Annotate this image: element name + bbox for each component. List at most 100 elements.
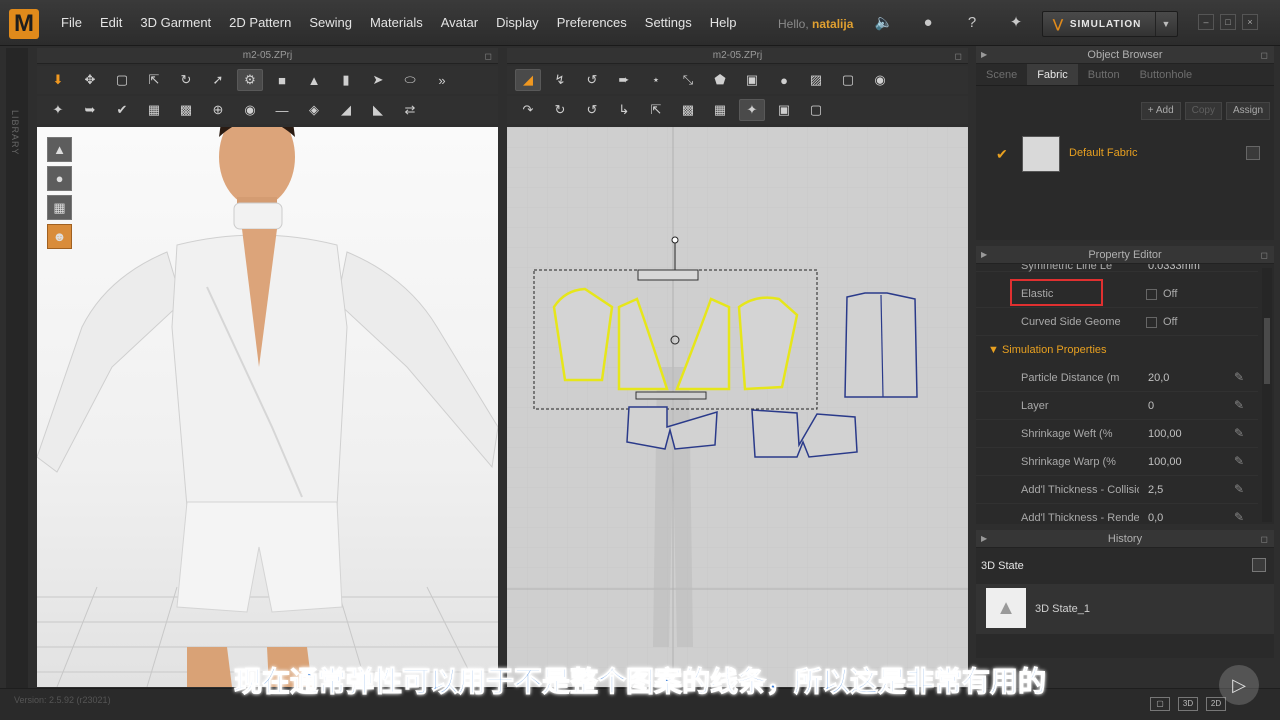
simulation-button[interactable]: ⋁ SIMULATION ▼ <box>1042 11 1178 37</box>
speaker-icon[interactable]: 🔈 <box>874 13 894 33</box>
tab-fabric[interactable]: Fabric <box>1027 64 1078 85</box>
fabric-options-icon[interactable] <box>1246 146 1260 160</box>
internal-polygon-icon[interactable]: ▨ <box>803 69 829 91</box>
iron-icon[interactable]: ◣ <box>365 99 391 121</box>
curved-checkbox[interactable] <box>1146 317 1157 328</box>
property-value[interactable]: 100,00 <box>1148 428 1182 440</box>
maximize-3d-icon[interactable]: ◻ <box>485 48 492 64</box>
minimize-icon[interactable]: – <box>1198 14 1214 30</box>
simulation-properties-section[interactable]: ▼ Simulation Properties <box>988 344 1107 356</box>
polygon-icon[interactable]: ⬟ <box>707 69 733 91</box>
restore-icon[interactable]: □ <box>1220 14 1236 30</box>
free-sewing-icon[interactable]: ↻ <box>547 99 573 121</box>
curve-point-icon[interactable]: ⋆ <box>643 69 669 91</box>
texture-display-icon[interactable]: ▦ <box>47 195 72 220</box>
hanger-icon[interactable]: ◈ <box>301 99 327 121</box>
edit-segment-icon[interactable]: ⤡ <box>675 69 701 91</box>
menu-materials[interactable]: Materials <box>361 0 432 46</box>
delete-state-icon[interactable] <box>1252 558 1266 572</box>
sleeve-left-piece[interactable] <box>552 287 614 382</box>
edit-pen-icon[interactable]: ✎ <box>1234 482 1244 496</box>
close-icon[interactable]: × <box>1242 14 1258 30</box>
viewport-3d[interactable]: ▲ ● ▦ ☻ <box>37 127 498 687</box>
edit-pen-icon[interactable]: ✎ <box>1234 454 1244 468</box>
segment-sewing-icon[interactable]: ↷ <box>515 99 541 121</box>
scrollbar-thumb[interactable] <box>1264 318 1270 384</box>
select-box-icon[interactable]: ▢ <box>109 69 135 91</box>
internal-circle-icon[interactable]: ◉ <box>867 69 893 91</box>
property-value[interactable]: 20,0 <box>1148 372 1169 384</box>
menu-file[interactable]: File <box>52 0 91 46</box>
edit-pen-icon[interactable]: ✎ <box>1234 370 1244 384</box>
move-icon[interactable]: ✥ <box>77 69 103 91</box>
undock-icon[interactable]: ◻ <box>1261 46 1268 64</box>
transform-pattern-icon[interactable]: ◢ <box>515 69 541 91</box>
menu-3d-garment[interactable]: 3D Garment <box>131 0 220 46</box>
circle-icon[interactable]: ● <box>771 69 797 91</box>
avatar-skin-icon[interactable]: ☻ <box>47 224 72 249</box>
property-value[interactable]: 0,0 <box>1148 512 1163 524</box>
notch-icon[interactable]: ▢ <box>803 99 829 121</box>
align-icon[interactable]: ⇄ <box>397 99 423 121</box>
garment-display-icon[interactable]: ▲ <box>47 137 72 162</box>
tube-icon[interactable]: ▮ <box>333 69 359 91</box>
assign-fabric-button[interactable]: Assign <box>1225 102 1270 120</box>
avatar-display-icon[interactable]: ● <box>47 166 72 191</box>
tab-scene[interactable]: Scene <box>976 64 1027 85</box>
edit-pen-icon[interactable]: ✎ <box>1234 510 1244 524</box>
pattern-grid-icon[interactable]: ▩ <box>173 99 199 121</box>
undock-icon[interactable]: ◻ <box>1261 530 1268 548</box>
collapse-arrow-icon[interactable]: ▶ <box>981 46 987 64</box>
history-item[interactable]: ▲ 3D State_1 <box>976 584 1274 634</box>
tab-buttonhole[interactable]: Buttonhole <box>1130 64 1203 85</box>
line-tool-icon[interactable]: ➤ <box>365 69 391 91</box>
property-value[interactable]: 2,5 <box>1148 484 1163 496</box>
arrange-icon[interactable]: ➥ <box>77 99 103 121</box>
measure-icon[interactable]: ✔ <box>109 99 135 121</box>
property-value[interactable]: 100,00 <box>1148 456 1182 468</box>
undock-icon[interactable]: ◻ <box>1261 246 1268 264</box>
elastic-checkbox[interactable] <box>1146 289 1157 300</box>
edit-curvature-icon[interactable]: ↺ <box>579 69 605 91</box>
avatar-settings-icon[interactable]: ✦ <box>1006 13 1026 33</box>
transform-icon[interactable]: ⇱ <box>141 69 167 91</box>
menu-avatar[interactable]: Avatar <box>432 0 487 46</box>
pattern-grid-2d-icon[interactable]: ▦ <box>707 99 733 121</box>
zipper-icon[interactable]: — <box>269 99 295 121</box>
add-point-icon[interactable]: ➨ <box>611 69 637 91</box>
rotate-handle[interactable] <box>671 236 679 244</box>
menu-preferences[interactable]: Preferences <box>548 0 636 46</box>
add-fabric-button[interactable]: + Add <box>1140 102 1181 120</box>
garment-icon[interactable]: ■ <box>269 69 295 91</box>
edit-texture-icon[interactable]: ▩ <box>675 99 701 121</box>
edit-point-icon[interactable]: ↯ <box>547 69 573 91</box>
viewport-2d[interactable] <box>507 127 968 687</box>
trace-icon[interactable]: ✦ <box>739 99 765 121</box>
menu-help[interactable]: Help <box>701 0 746 46</box>
menu-sewing[interactable]: Sewing <box>300 0 361 46</box>
avatar-pose-icon[interactable]: ✦ <box>45 99 71 121</box>
property-value[interactable]: 0 <box>1148 400 1154 412</box>
internal-rectangle-icon[interactable]: ▢ <box>835 69 861 91</box>
user-icon[interactable]: ● <box>918 13 938 33</box>
help-icon[interactable]: ? <box>962 13 982 33</box>
simulation-dropdown-icon[interactable]: ▼ <box>1155 12 1177 36</box>
button-icon[interactable]: ◉ <box>237 99 263 121</box>
menu-display[interactable]: Display <box>487 0 548 46</box>
annotation-icon[interactable]: ▣ <box>771 99 797 121</box>
menu-settings[interactable]: Settings <box>636 0 701 46</box>
edit-pen-icon[interactable]: ✎ <box>1234 426 1244 440</box>
edit-pen-icon[interactable]: ✎ <box>1234 398 1244 412</box>
fold-arrangement-icon[interactable]: ⇱ <box>643 99 669 121</box>
edit-sewing-icon[interactable]: ↺ <box>579 99 605 121</box>
menu-2d-pattern[interactable]: 2D Pattern <box>220 0 300 46</box>
menu-edit[interactable]: Edit <box>91 0 131 46</box>
lasso-icon[interactable]: ⬭ <box>397 69 423 91</box>
simulate-arrow-icon[interactable]: ⬇ <box>45 69 71 91</box>
collar-piece[interactable] <box>637 269 699 281</box>
fabric-list-item[interactable]: ✔ Default Fabric <box>992 136 1264 174</box>
shirt-icon[interactable]: ▲ <box>301 69 327 91</box>
library-strip[interactable]: LIBRARY <box>6 48 28 688</box>
copy-fabric-button[interactable]: Copy <box>1184 102 1222 120</box>
more-3d-icon[interactable]: » <box>429 69 455 91</box>
